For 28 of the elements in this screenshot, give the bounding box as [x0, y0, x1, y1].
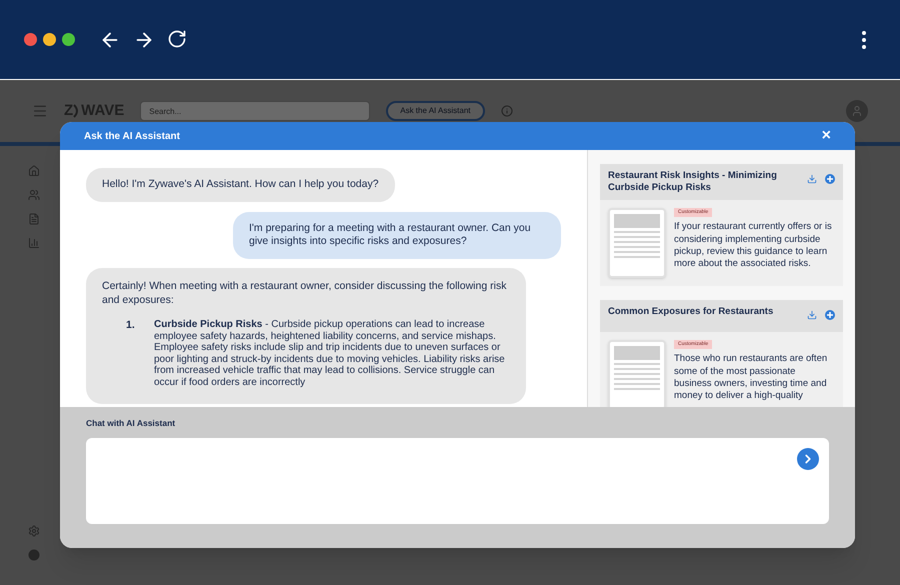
list-item-text: Curbside Pickup Risks - Curbside pickup operations can lead to increase employee safety hazards, heightened liability concerns, and service mishaps. Employee safety risks include slip and trip incidents due to uneven surfaces or poor lighting and struck-by incidents due to moving vehicles. Liability risks arise from increased vehicle traffic that may lead to collisions. Service struggle can occur if food orders are incorrectly: [154, 319, 506, 388]
document-thumbnail: [608, 208, 666, 278]
user-message: I'm preparing for a meeting with a restaurant owner. Can you give insights into specific risks and exposures?: [233, 212, 561, 259]
send-button[interactable]: [797, 448, 819, 470]
message-text: Hello! I'm Zywave's AI Assistant. How can I help you today?: [102, 178, 379, 192]
resource-description: If your restaurant currently offers or is considering implementing curbside pickup, review this guidance to learn more about the associated risks.: [674, 221, 833, 271]
info-icon[interactable]: [500, 105, 512, 117]
chart-icon[interactable]: [28, 237, 40, 249]
document-icon[interactable]: [28, 213, 40, 225]
menu-icon[interactable]: [32, 103, 48, 119]
message-text: Certainly! When meeting with a restaurant owner, consider discussing the following risk and exposures:: [102, 280, 508, 308]
list-number: 1.: [126, 319, 136, 334]
resource-card[interactable]: [600, 164, 843, 286]
settings-icon[interactable]: [28, 525, 40, 537]
close-button[interactable]: ×: [822, 128, 831, 144]
reload-icon[interactable]: [167, 28, 187, 48]
add-icon[interactable]: [825, 174, 835, 184]
chat-input-field[interactable]: [86, 438, 829, 524]
dialog-title: Ask the AI Assistant: [84, 130, 181, 144]
download-icon[interactable]: [807, 174, 817, 184]
resource-description: Those who run restaurants are often some of the most passionate business owners, investing time and money to deliver a high-quality: [674, 353, 828, 403]
add-icon[interactable]: [825, 310, 835, 320]
chat-label: Chat with AI Assistant: [86, 417, 176, 430]
people-icon[interactable]: [28, 189, 40, 201]
download-icon[interactable]: [807, 310, 817, 320]
home-icon[interactable]: [28, 165, 40, 177]
avatar[interactable]: [846, 100, 868, 122]
search-field[interactable]: Search...: [140, 101, 370, 121]
